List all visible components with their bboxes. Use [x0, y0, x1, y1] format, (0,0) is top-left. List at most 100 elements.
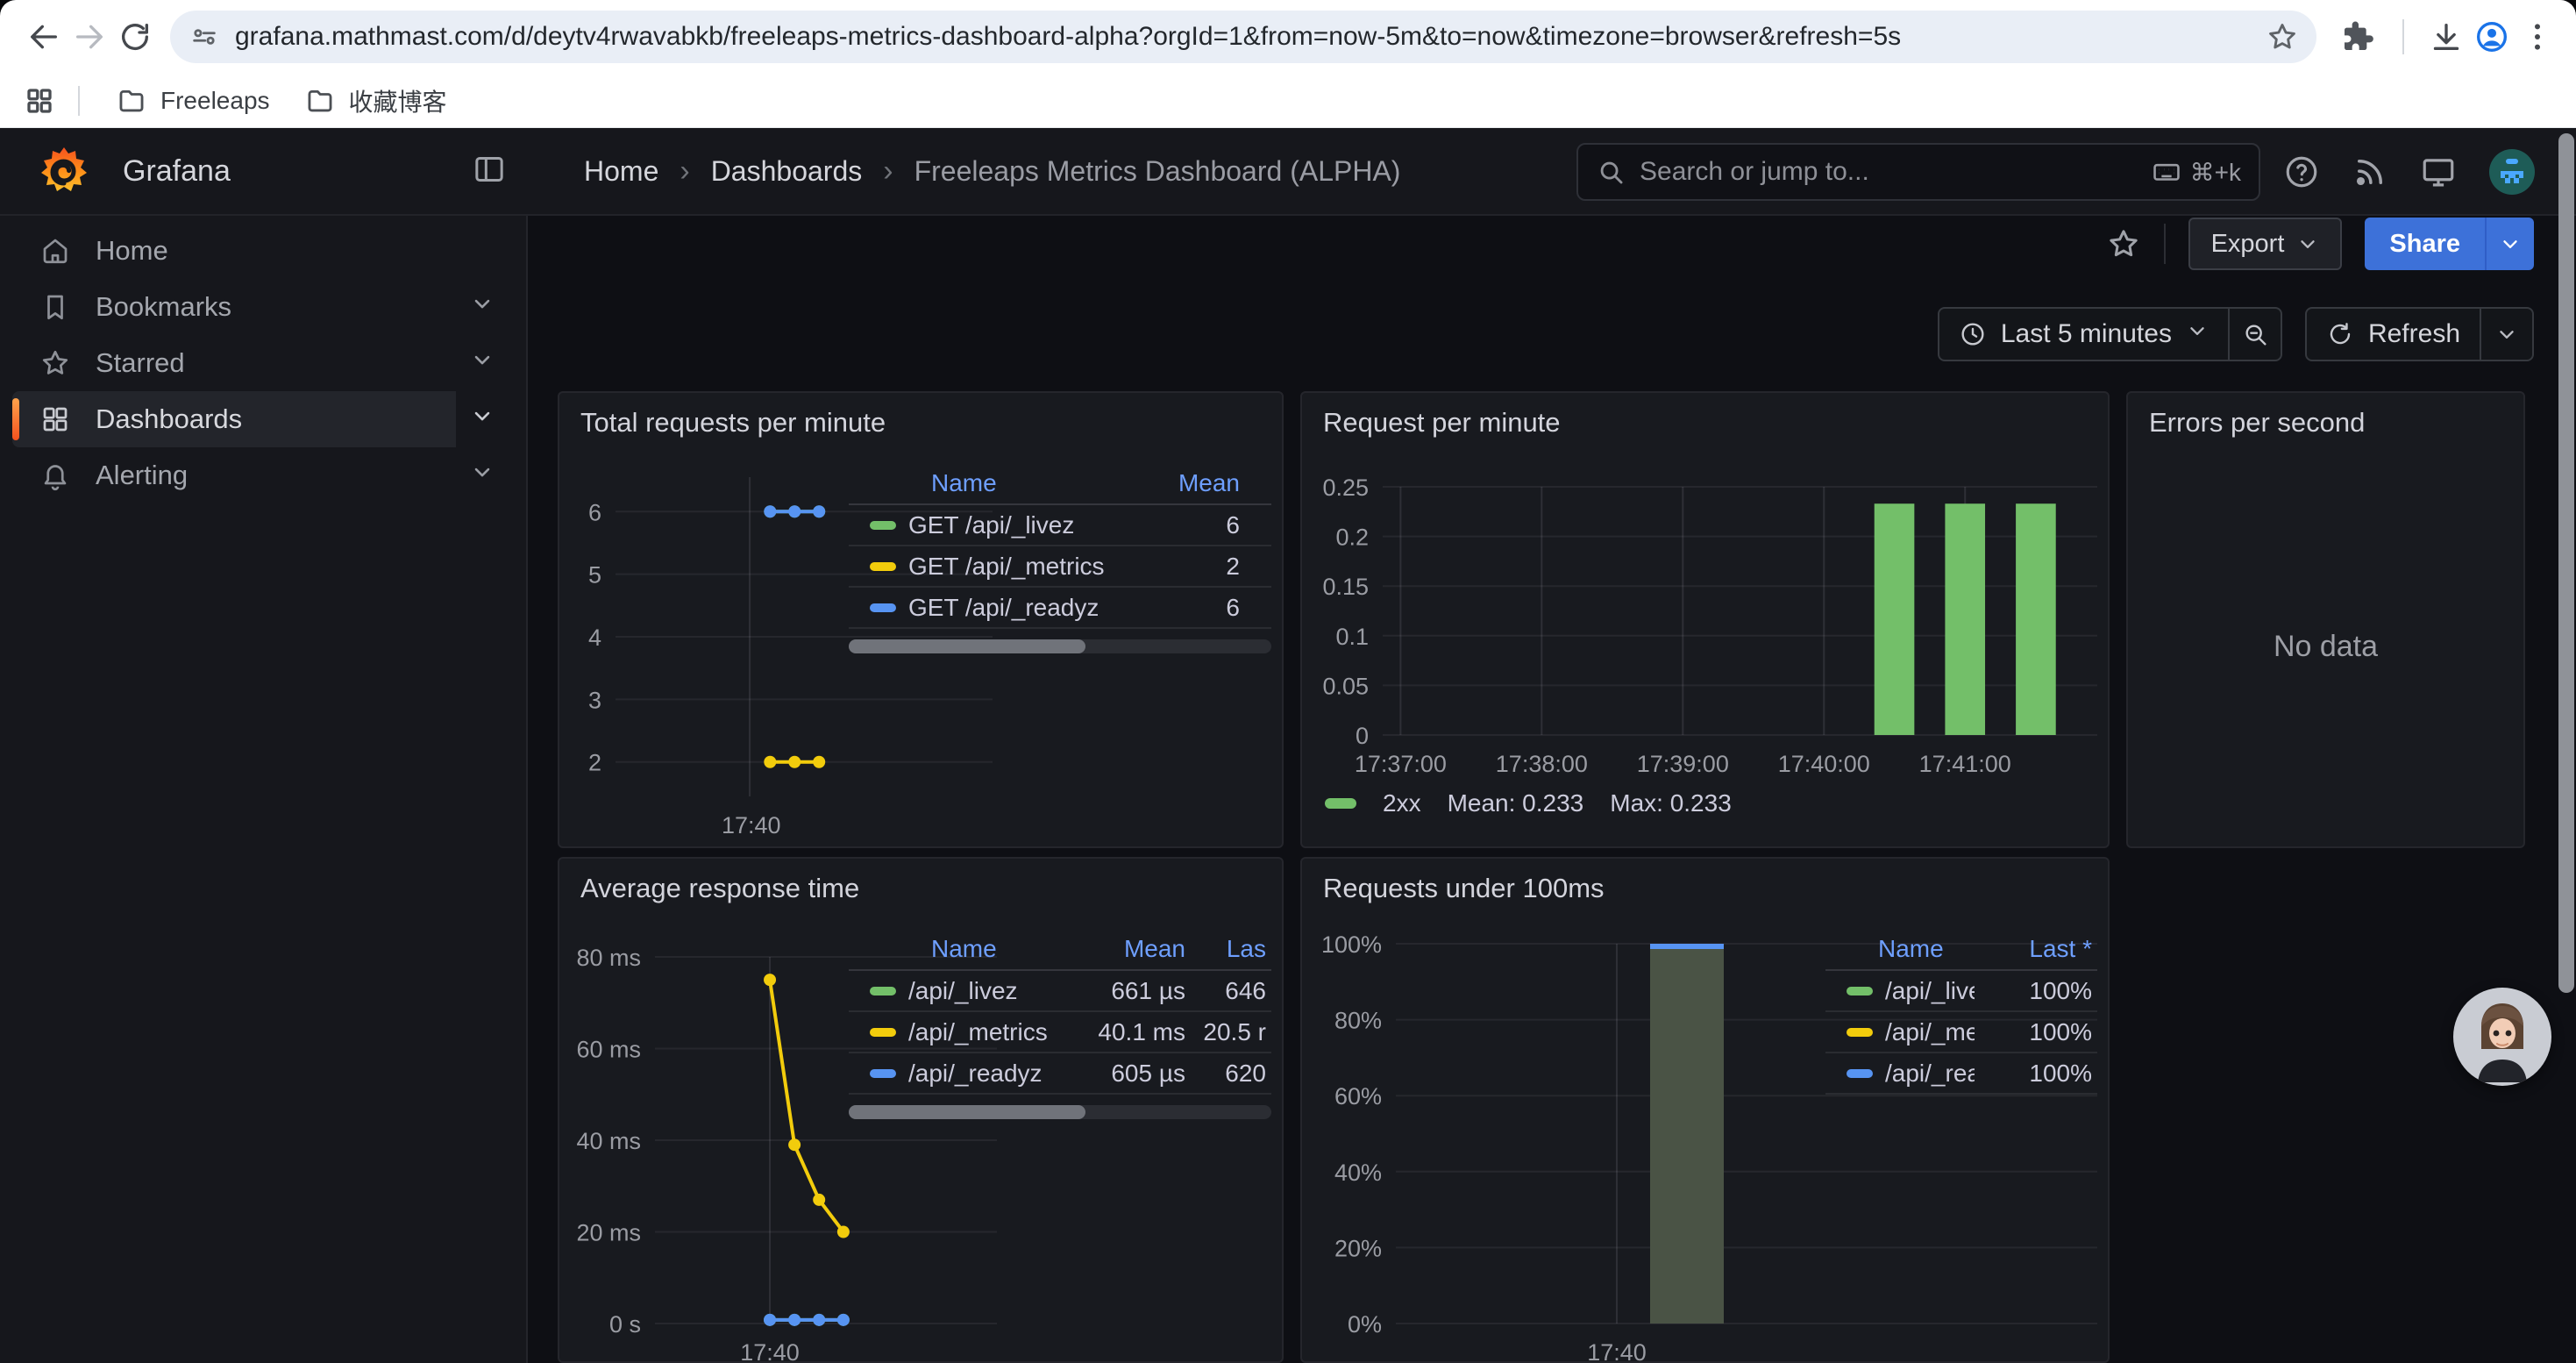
- toolbar-divider: [2164, 224, 2166, 264]
- expand-chevron[interactable]: [470, 403, 495, 435]
- panel-total-requests-per-minute[interactable]: Total requests per minute 6543217:40 Nam…: [558, 391, 1284, 848]
- sidebar-item-starred[interactable]: Starred: [12, 335, 502, 391]
- export-button[interactable]: Export: [2188, 218, 2343, 270]
- series-name[interactable]: /api/_readyz: [1885, 1060, 1975, 1088]
- profile-button[interactable]: [2469, 14, 2515, 60]
- legend-row[interactable]: /api/_livez 661 µs 646: [849, 971, 1271, 1012]
- refresh-interval-button[interactable]: [2481, 309, 2532, 360]
- legend-row[interactable]: GET /api/_metrics 2: [849, 546, 1271, 588]
- bookmark-star-icon[interactable]: [2266, 20, 2299, 54]
- extensions-button[interactable]: [2334, 14, 2380, 60]
- legend-row[interactable]: 2xx Mean: 0.233 Max: 0.233: [1325, 789, 1732, 817]
- tv-mode-button[interactable]: [2420, 153, 2457, 190]
- news-button[interactable]: [2352, 153, 2388, 190]
- rss-icon: [2352, 153, 2388, 190]
- breadcrumb-home[interactable]: Home: [584, 155, 658, 188]
- page-scrollbar[interactable]: [2558, 128, 2574, 1363]
- sidebar-item-home[interactable]: Home: [12, 223, 502, 279]
- bookmarks-bar: Freeleaps 收藏博客: [0, 74, 2576, 128]
- address-bar[interactable]: grafana.mathmast.com/d/deytv4rwavabkb/fr…: [170, 11, 2316, 63]
- bookmark-folder-blogs[interactable]: 收藏博客: [288, 76, 465, 125]
- refresh-label: Refresh: [2368, 319, 2460, 349]
- zoom-out-button[interactable]: [2230, 309, 2281, 360]
- share-menu-button[interactable]: [2487, 218, 2534, 270]
- svg-text:0 s: 0 s: [609, 1311, 641, 1338]
- series-name[interactable]: /api/_livez: [1885, 977, 1975, 1005]
- user-avatar[interactable]: [2488, 148, 2536, 196]
- legend-col-mean[interactable]: Mean: [1071, 935, 1185, 963]
- series-color-pill: [870, 562, 896, 571]
- series-last: 100%: [1975, 1018, 2097, 1046]
- svg-text:17:38:00: 17:38:00: [1496, 751, 1588, 777]
- expand-chevron[interactable]: [470, 291, 495, 323]
- scrollbar-thumb[interactable]: [849, 639, 1085, 653]
- forward-button[interactable]: [67, 14, 112, 60]
- sidebar-item-alerting[interactable]: Alerting: [12, 447, 502, 503]
- series-name[interactable]: /api/_metrics: [1885, 1018, 1975, 1046]
- series-name[interactable]: GET /api/_livez: [908, 511, 1149, 539]
- legend-row[interactable]: GET /api/_livez 6: [849, 505, 1271, 546]
- assistant-avatar[interactable]: [2453, 988, 2551, 1086]
- downloads-button[interactable]: [2423, 14, 2469, 60]
- sidebar-item-label: Alerting: [96, 460, 188, 491]
- legend-row[interactable]: GET /api/_readyz 6: [849, 588, 1271, 629]
- back-button[interactable]: [21, 14, 67, 60]
- mega-menu-toggle[interactable]: [472, 152, 507, 191]
- scrollbar-thumb[interactable]: [2558, 133, 2574, 993]
- reload-button[interactable]: [112, 14, 158, 60]
- series-name[interactable]: /api/_metrics: [908, 1018, 1071, 1046]
- header-brand-section: Grafana: [0, 144, 528, 198]
- legend-table: Name Last * /api/_livez 100% /api/_metri…: [1825, 929, 2097, 1095]
- expand-chevron[interactable]: [470, 460, 495, 491]
- url-text[interactable]: grafana.mathmast.com/d/deytv4rwavabkb/fr…: [235, 22, 2266, 52]
- series-last: 620: [1185, 1060, 1271, 1088]
- legend-scrollbar[interactable]: [849, 639, 1271, 653]
- legend-row[interactable]: /api/_livez 100%: [1825, 971, 2097, 1012]
- svg-text:17:37:00: 17:37:00: [1355, 751, 1447, 777]
- legend-col-last[interactable]: Last *: [1975, 935, 2097, 963]
- legend-header: Name Last *: [1825, 929, 2097, 971]
- search-shortcut: ⌘+k: [2152, 157, 2241, 187]
- panel-average-response-time[interactable]: Average response time 80 ms60 ms40 ms20 …: [558, 857, 1284, 1363]
- browser-menu-button[interactable]: [2515, 14, 2560, 60]
- series-name[interactable]: /api/_readyz: [908, 1060, 1071, 1088]
- breadcrumb-dashboards[interactable]: Dashboards: [711, 155, 863, 188]
- sidebar-item-dashboards[interactable]: Dashboards: [12, 391, 502, 447]
- sidebar-item-bookmarks[interactable]: Bookmarks: [12, 279, 502, 335]
- legend-scrollbar[interactable]: [849, 1105, 1271, 1119]
- expand-chevron[interactable]: [470, 347, 495, 379]
- legend-row[interactable]: /api/_metrics 100%: [1825, 1012, 2097, 1053]
- panel-requests-under-100ms[interactable]: Requests under 100ms 100%80%60%40%20%0%1…: [1300, 857, 2110, 1363]
- series-mean: 605 µs: [1071, 1060, 1185, 1088]
- panel-title[interactable]: Errors per second: [2149, 407, 2365, 439]
- legend-col-last[interactable]: Las: [1185, 935, 1271, 963]
- series-name[interactable]: GET /api/_readyz: [908, 594, 1149, 622]
- legend-row[interactable]: /api/_metrics 40.1 ms 20.5 r: [849, 1012, 1271, 1053]
- time-range-button[interactable]: Last 5 minutes: [1939, 309, 2228, 360]
- panel-errors-per-second[interactable]: Errors per second No data: [2126, 391, 2525, 848]
- svg-text:0.05: 0.05: [1322, 673, 1369, 699]
- legend-col-name[interactable]: Name: [849, 935, 1071, 963]
- series-name[interactable]: GET /api/_metrics: [908, 553, 1149, 581]
- search-input[interactable]: Search or jump to... ⌘+k: [1576, 143, 2260, 201]
- refresh-button[interactable]: Refresh: [2307, 309, 2480, 360]
- series-last: 100%: [1975, 977, 2097, 1005]
- grafana-logo[interactable]: [37, 144, 91, 198]
- panel-request-per-minute[interactable]: Request per minute 0.250.20.150.10.05017…: [1300, 391, 2110, 848]
- series-name[interactable]: 2xx: [1383, 789, 1421, 817]
- apps-grid-icon[interactable]: [24, 85, 55, 117]
- scrollbar-thumb[interactable]: [849, 1105, 1085, 1119]
- legend-col-name[interactable]: Name: [1825, 935, 1975, 963]
- legend-col-name[interactable]: Name: [849, 469, 1149, 497]
- svg-text:17:39:00: 17:39:00: [1637, 751, 1729, 777]
- legend-col-mean[interactable]: Mean: [1149, 469, 1271, 497]
- favorite-star-icon[interactable]: [2106, 226, 2141, 261]
- series-name[interactable]: /api/_livez: [908, 977, 1071, 1005]
- legend-row[interactable]: /api/_readyz 605 µs 620: [849, 1053, 1271, 1095]
- chevron-down-icon: [2296, 232, 2319, 255]
- help-button[interactable]: [2283, 153, 2320, 190]
- legend-row[interactable]: /api/_readyz 100%: [1825, 1053, 2097, 1095]
- share-button[interactable]: Share: [2365, 218, 2485, 270]
- bookmark-folder-freeleaps[interactable]: Freeleaps: [99, 79, 288, 123]
- no-data-message: No data: [2128, 630, 2523, 664]
